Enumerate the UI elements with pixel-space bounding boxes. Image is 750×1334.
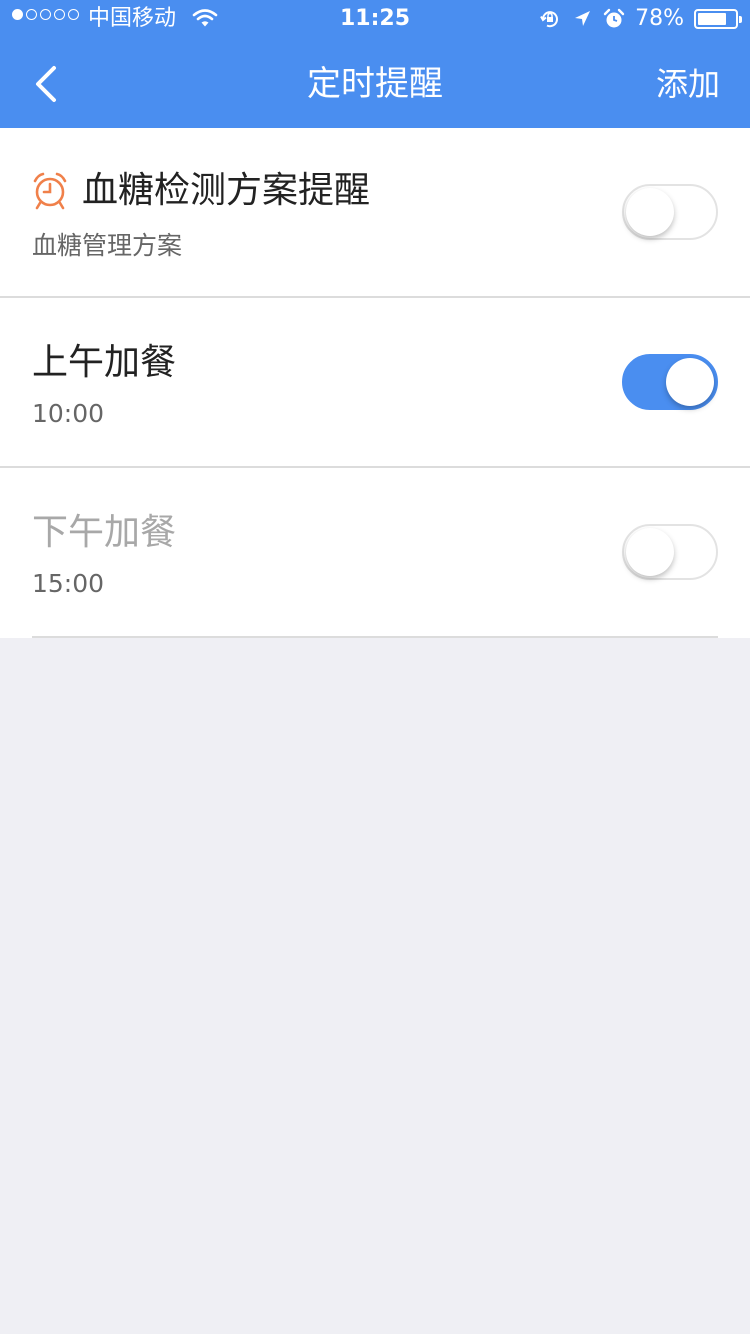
list-item[interactable]: 上午加餐 10:00 xyxy=(0,298,750,466)
reminder-toggle[interactable] xyxy=(622,354,718,410)
location-arrow-icon xyxy=(575,11,591,26)
battery-level xyxy=(698,13,727,25)
reminder-subtitle: 血糖管理方案 xyxy=(32,231,183,260)
chevron-left-icon xyxy=(36,66,56,102)
toggle-knob xyxy=(626,188,674,236)
header: 中国移动 11:25 78% 定时提醒 添加 xyxy=(0,0,750,128)
reminder-time: 15:00 xyxy=(32,569,105,598)
battery-icon xyxy=(694,9,742,29)
toggle-knob xyxy=(666,358,714,406)
navigation-bar: 定时提醒 添加 xyxy=(0,40,750,128)
alarm-clock-icon xyxy=(33,172,67,210)
reminder-time: 10:00 xyxy=(32,399,105,428)
back-button[interactable] xyxy=(22,60,70,108)
add-button[interactable]: 添加 xyxy=(656,40,720,128)
reminder-title-wrap: 血糖检测方案提醒 xyxy=(32,168,370,214)
list-item[interactable]: 血糖检测方案提醒 血糖管理方案 xyxy=(0,128,750,296)
page-title: 定时提醒 xyxy=(307,64,443,104)
reminder-toggle[interactable] xyxy=(622,524,718,580)
reminder-toggle[interactable] xyxy=(622,184,718,240)
reminder-title: 上午加餐 xyxy=(32,342,177,383)
toggle-knob xyxy=(626,528,674,576)
list-item[interactable]: 下午加餐 15:00 xyxy=(0,468,750,636)
rotation-lock-icon xyxy=(540,11,559,28)
battery-percent: 78% xyxy=(635,6,684,31)
reminder-list: 血糖检测方案提醒 血糖管理方案 上午加餐 10:00 下午加餐 15:00 xyxy=(0,128,750,638)
reminder-title: 血糖检测方案提醒 xyxy=(82,170,371,211)
divider xyxy=(32,636,718,638)
alarm-icon xyxy=(603,8,625,28)
status-bar: 中国移动 11:25 78% xyxy=(0,0,750,40)
reminder-title: 下午加餐 xyxy=(32,512,177,553)
